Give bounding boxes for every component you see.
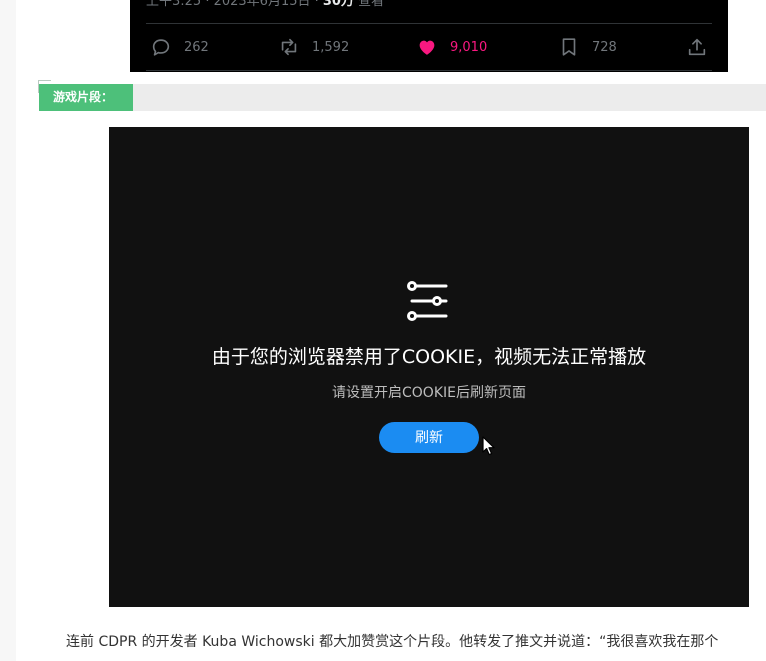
- tweet-meta: 上午3:25 · 2023年6月15日 · 30万 查看: [146, 0, 384, 9]
- bookmark-count: 728: [592, 39, 617, 55]
- bookmark-button[interactable]: 728: [558, 35, 617, 59]
- tweet-views-label: 查看: [353, 0, 385, 9]
- reply-count: 262: [184, 39, 209, 55]
- refresh-button[interactable]: 刷新: [379, 422, 479, 453]
- section-heading-bar: 游戏片段：: [39, 84, 766, 111]
- video-player[interactable]: 由于您的浏览器禁用了COOKIE，视频无法正常播放 请设置开启COOKIE后刷新…: [109, 127, 749, 607]
- share-icon: [688, 38, 706, 56]
- tweet-action-bar: 262 1,592 9,010 728: [130, 35, 728, 59]
- like-button[interactable]: 9,010: [416, 35, 487, 59]
- section-label: 游戏片段：: [39, 84, 133, 111]
- retweet-icon: [281, 38, 297, 56]
- tweet-timestamp: 上午3:25 · 2023年6月15日 ·: [146, 0, 323, 9]
- bookmark-icon: [562, 38, 576, 56]
- video-error-title: 由于您的浏览器禁用了COOKIE，视频无法正常播放: [211, 346, 647, 368]
- tweet-view-count: 30万: [322, 0, 354, 9]
- retweet-count: 1,592: [312, 39, 350, 55]
- article-paragraph: 连前 CDPR 的开发者 Kuba Wichowski 都大加赞赏这个片段。他转…: [66, 634, 719, 650]
- video-error-subtitle: 请设置开启COOKIE后刷新页面: [332, 385, 526, 401]
- share-button[interactable]: [686, 35, 720, 59]
- heart-icon: [419, 40, 435, 55]
- left-gutter: [0, 0, 16, 661]
- tweet-divider: [146, 70, 712, 71]
- mouse-cursor-icon: [482, 436, 495, 456]
- retweet-button[interactable]: 1,592: [278, 35, 349, 59]
- embedded-tweet: 上午3:25 · 2023年6月15日 · 30万 查看 262 1,592 9…: [130, 0, 728, 72]
- reply-button[interactable]: 262: [150, 35, 209, 59]
- reply-icon: [152, 39, 170, 56]
- settings-sliders-icon: [407, 281, 448, 321]
- tweet-divider: [146, 23, 712, 24]
- like-count: 9,010: [450, 39, 488, 55]
